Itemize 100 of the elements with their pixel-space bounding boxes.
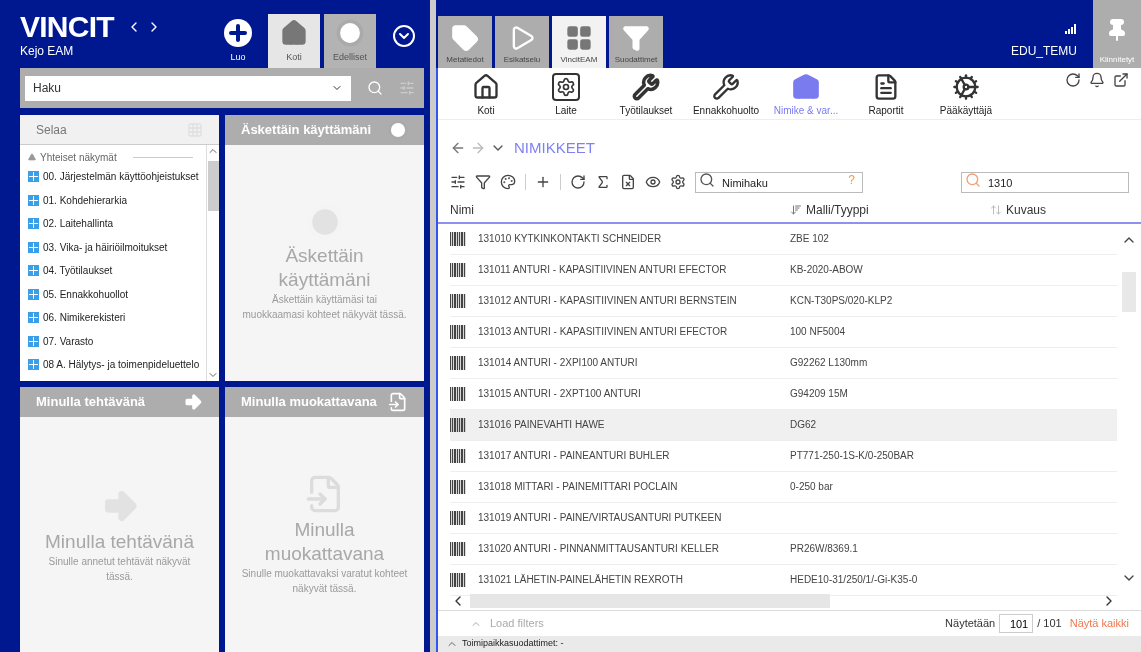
search-icon <box>965 171 981 188</box>
scrollbar-thumb[interactable] <box>470 594 830 609</box>
table-icon <box>28 194 39 206</box>
table-cell-text: DG62 <box>790 418 817 433</box>
table-cell-text: 131015 ANTURI - 2XPT100 ANTURI <box>478 387 641 402</box>
triangle-icon <box>28 153 36 161</box>
module-tab[interactable]: Ennakkohuolto <box>686 68 766 118</box>
table-icon <box>28 335 39 347</box>
external-link-icon[interactable] <box>1113 72 1129 88</box>
count-field[interactable]: 101 <box>999 614 1034 634</box>
module-tab[interactable]: Nimike & var... <box>766 68 846 118</box>
scrollbar-thumb[interactable] <box>207 161 219 211</box>
column-header[interactable]: Nimi <box>450 200 790 219</box>
table-cell-text: 131017 ANTURI - PAINEANTURI BUHLER <box>478 449 670 464</box>
barcode-icon <box>450 355 466 370</box>
house-icon <box>472 73 500 101</box>
side-tab[interactable]: Esikatselu <box>495 16 549 68</box>
view-item[interactable]: 06. Nimikerekisteri <box>28 306 206 330</box>
column-header[interactable]: Kuvaus <box>1006 200 1047 219</box>
table-cell-text: PR26W/8369.1 <box>790 542 858 557</box>
column-header[interactable]: Malli/Tyyppi <box>806 200 869 219</box>
palette-icon[interactable] <box>500 173 516 190</box>
empty-text: Äskettäin käyttämäsi tai muokkaamasi kohteet näkyvät tässä. <box>241 293 408 322</box>
app-subtitle: Kejo EAM <box>20 43 75 60</box>
module-tab[interactable]: Pääkäyttäjä <box>926 68 1006 118</box>
logo: VINCIT <box>20 12 114 42</box>
view-item[interactable]: 04. Työtilaukset <box>28 259 206 283</box>
side-tab[interactable]: VincitEAM <box>552 16 606 68</box>
table-cell-text: 131011 ANTURI - KAPASITIIVINEN ANTURI EFECTOR <box>478 263 727 278</box>
refresh-icon[interactable] <box>570 173 586 190</box>
dropdown-icon[interactable] <box>392 24 416 48</box>
table-icon <box>28 312 39 324</box>
empty-title: Minulla tehtävänä <box>45 529 194 554</box>
module-tab[interactable]: Työtilaukset <box>606 68 686 118</box>
barcode-icon <box>450 572 466 587</box>
quick-search-field[interactable]: 1310 <box>961 172 1129 194</box>
table-icon <box>28 171 39 183</box>
table-cell-text: 131013 ANTURI - KAPASITIIVINEN ANTURI EFECTOR <box>478 325 728 340</box>
table-icon <box>28 288 39 300</box>
view-item[interactable]: 00. Järjestelmän käyttöohjeistukset <box>28 165 206 189</box>
gear-icon <box>952 73 980 101</box>
table-cell-text: 100 NF5004 <box>790 325 846 340</box>
table-cell-text: HEDE10-31/250/1/-Gi-K35-0 <box>790 573 918 588</box>
tile-title: Minulla muokattavana <box>241 393 377 412</box>
module-tab[interactable]: Raportit <box>846 68 926 118</box>
module-tab[interactable]: Koti <box>446 68 526 118</box>
barcode-icon <box>450 417 466 432</box>
status-text: Toimipaikkasuodattimet: - <box>462 637 564 651</box>
top-nav-button[interactable]: Koti <box>268 14 320 68</box>
top-nav-button[interactable]: Edelliset <box>324 14 376 68</box>
view-item[interactable]: 07. Varasto <box>28 329 206 353</box>
empty-title: Minulla muokattavana <box>263 517 386 566</box>
view-item[interactable]: 01. Kohdehierarkia <box>28 188 206 212</box>
side-tab[interactable]: Metatiedot <box>438 16 492 68</box>
table-cell-text: KB-2020-ABOW <box>790 263 863 278</box>
settings-icon[interactable] <box>670 173 686 190</box>
table-cell-text: 131010 KYTKINKONTAKTI SCHNEIDER <box>478 232 662 247</box>
table-cell-text: 0-250 bar <box>790 480 833 495</box>
table-cell-text: 131020 ANTURI - PINNANMITTAUSANTURI KELLER <box>478 542 719 557</box>
page-title: NIMIKKEET <box>514 137 595 158</box>
wrench-icon <box>712 73 740 101</box>
bell-icon[interactable] <box>1089 72 1105 88</box>
view-item[interactable]: 02. Laitehallinta <box>28 212 206 236</box>
grid-icon <box>565 24 593 52</box>
barcode-icon <box>450 231 466 246</box>
section-header[interactable]: Yhteiset näkymät <box>28 149 206 165</box>
table-icon <box>28 241 39 253</box>
tile-title: Äskettäin käyttämäni <box>241 121 372 140</box>
table-cell-text: 131018 MITTARI - PAINEMITTARI POCLAIN <box>478 480 678 495</box>
signal-icon <box>1065 24 1077 34</box>
sort-icon[interactable] <box>790 203 802 216</box>
table-cell-text: 131021 LÄHETIN-PAINELÄHETIN REXROTH <box>478 573 683 588</box>
empty-title: Äskettäin käyttämäni <box>277 244 372 292</box>
filter-icon[interactable] <box>475 173 491 190</box>
table-cell-text: PT771-250-1S-K/0-250BAR <box>790 449 914 464</box>
total-label: / 101 <box>1037 616 1062 632</box>
view-item[interactable]: 08 A. Hälytys- ja toimenpideluettelo <box>28 353 206 377</box>
table-row[interactable]: 131016 PAINEVAHTI HAWE DG62 <box>450 409 1117 441</box>
excel-export-icon[interactable] <box>620 173 636 190</box>
module-tab[interactable]: Laite <box>526 68 606 118</box>
sum-icon[interactable] <box>595 173 611 190</box>
barcode-icon <box>450 479 466 494</box>
table-cell-text: ZBE 102 <box>790 232 829 247</box>
view-item[interactable]: 05. Ennakkohuollot <box>28 282 206 306</box>
tag-icon <box>451 24 479 52</box>
barcode-icon <box>450 293 466 308</box>
home-icon <box>280 18 308 47</box>
sliders-icon[interactable] <box>450 173 466 190</box>
gear-box-icon <box>552 73 580 101</box>
table-cell-text: 131014 ANTURI - 2XPI100 ANTURI <box>478 356 638 371</box>
filter-icon <box>622 24 650 52</box>
refresh-icon[interactable] <box>1065 72 1081 88</box>
document-arrow-icon <box>388 392 408 412</box>
settings-sliders-icon[interactable] <box>399 80 415 96</box>
view-item[interactable]: 03. Vika- ja häiriöilmoitukset <box>28 235 206 259</box>
search-field[interactable]: Haku <box>25 75 351 101</box>
barcode-icon <box>450 386 466 401</box>
top-nav-button[interactable]: Luo <box>212 14 264 68</box>
scrollbar[interactable] <box>206 145 219 381</box>
side-tab[interactable]: Suodattimet <box>609 16 663 68</box>
